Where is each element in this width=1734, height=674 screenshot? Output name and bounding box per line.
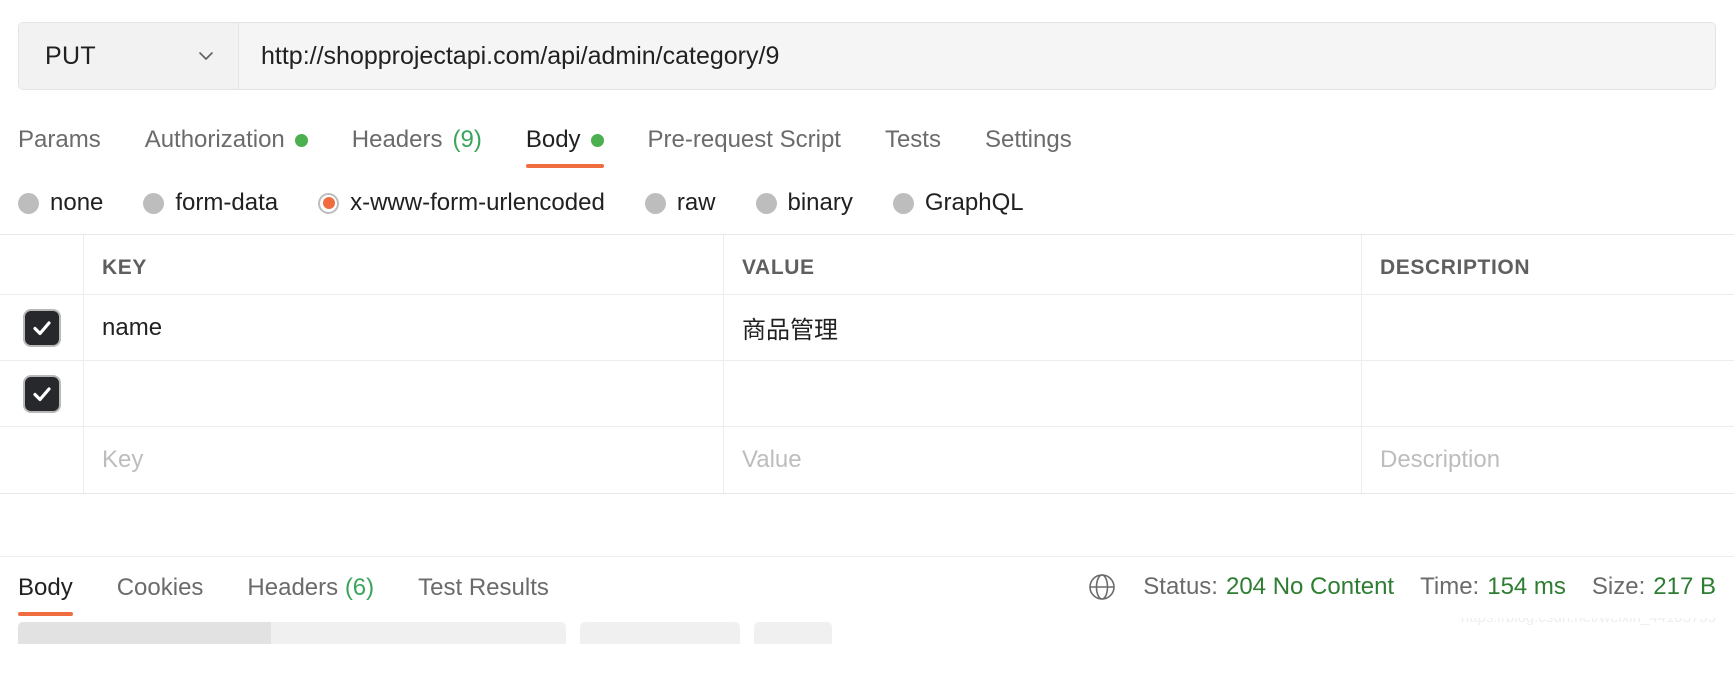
response-tabs: Body Cookies Headers (6) Test Results xyxy=(18,574,593,618)
radio-none[interactable]: none xyxy=(18,189,103,217)
header-value: VALUE xyxy=(724,235,1362,294)
radio-icon xyxy=(755,192,777,214)
response-tab-headers[interactable]: Headers (6) xyxy=(247,574,374,618)
tab-authorization[interactable]: Authorization xyxy=(145,126,308,168)
row-check-cell xyxy=(0,361,84,426)
body-action-stub[interactable] xyxy=(754,622,832,644)
radio-label: form-data xyxy=(175,189,279,216)
time-badge: Time: 154 ms xyxy=(1420,573,1566,601)
size-label: Size: xyxy=(1591,573,1646,600)
radio-icon xyxy=(644,192,666,214)
row-key-input[interactable] xyxy=(84,361,724,426)
row-description-input[interactable] xyxy=(1362,361,1734,426)
new-row-description-input[interactable]: Description xyxy=(1362,427,1734,493)
tab-label: Pre-request Script xyxy=(647,126,841,153)
radio-x-www-form-urlencoded[interactable]: x-www-form-urlencoded xyxy=(318,189,605,217)
body-type-radio-group: none form-data x-www-form-urlencoded raw… xyxy=(0,172,1734,234)
header-key: KEY xyxy=(84,235,724,294)
response-bar: Body Cookies Headers (6) Test Results St… xyxy=(0,556,1734,618)
status-value: 204 No Content xyxy=(1225,573,1395,600)
tab-settings[interactable]: Settings xyxy=(985,126,1072,168)
tab-label: Headers xyxy=(247,574,339,601)
table-header-row: KEY VALUE DESCRIPTION xyxy=(0,235,1734,295)
row-check-cell xyxy=(0,295,84,360)
row-description-input[interactable] xyxy=(1362,295,1734,360)
http-method-select[interactable]: PUT xyxy=(19,23,239,89)
tab-params[interactable]: Params xyxy=(18,126,101,168)
request-url-bar: PUT http://shopprojectapi.com/api/admin/… xyxy=(18,22,1716,90)
row-key-input[interactable]: name xyxy=(84,295,724,360)
response-tab-cookies[interactable]: Cookies xyxy=(117,574,204,618)
radio-label: binary xyxy=(787,189,853,216)
radio-label: raw xyxy=(676,189,716,216)
row-value-input[interactable]: 商品管理 xyxy=(724,295,1362,360)
tab-headers[interactable]: Headers (9) xyxy=(352,126,482,168)
new-row-key-input[interactable]: Key xyxy=(84,427,724,493)
size-value: 217 B xyxy=(1653,573,1716,600)
response-status-meta: Status: 204 No Content Time: 154 ms Size… xyxy=(1087,572,1716,618)
radio-binary[interactable]: binary xyxy=(755,189,853,217)
header-description: DESCRIPTION xyxy=(1380,256,1531,279)
radio-label: x-www-form-urlencoded xyxy=(350,189,605,216)
status-dot-icon xyxy=(294,133,308,147)
tab-label: Test Results xyxy=(418,574,549,601)
status-dot-icon xyxy=(590,133,604,147)
tab-body[interactable]: Body xyxy=(525,126,604,168)
row-check-cell-empty xyxy=(0,427,84,493)
tab-label: Tests xyxy=(884,126,941,153)
table-response-spacer xyxy=(0,494,1734,556)
table-row xyxy=(0,361,1734,427)
response-tab-body[interactable]: Body xyxy=(18,574,73,618)
tab-label: Authorization xyxy=(144,126,285,153)
tab-label: Settings xyxy=(984,126,1072,153)
tab-label: Cookies xyxy=(116,574,204,601)
status-label: Status: xyxy=(1143,573,1218,600)
http-method-label: PUT xyxy=(45,41,96,70)
time-value: 154 ms xyxy=(1487,573,1566,600)
table-row-empty: Key Value Description xyxy=(0,427,1734,493)
size-badge: Size: 217 B xyxy=(1592,573,1716,601)
request-tabs: Params Authorization Headers (9) Body Pr… xyxy=(0,114,1734,168)
row-checkbox-checked[interactable] xyxy=(24,310,59,345)
radio-raw[interactable]: raw xyxy=(644,189,716,217)
response-tab-test-results[interactable]: Test Results xyxy=(418,574,549,618)
tab-label: Params xyxy=(18,126,101,153)
row-checkbox-checked[interactable] xyxy=(24,376,59,411)
tab-pre-request-script[interactable]: Pre-request Script xyxy=(648,126,841,168)
tab-count: (6) xyxy=(344,574,375,601)
response-body-toolbar-stub: https://blog.csdn.net/weixin_44103733 xyxy=(0,618,1734,644)
table-row: name 商品管理 xyxy=(0,295,1734,361)
header-check-cell xyxy=(0,235,84,294)
body-format-tabs-stub[interactable] xyxy=(18,622,566,644)
body-params-table: KEY VALUE DESCRIPTION name 商品管理 Key Valu… xyxy=(0,234,1734,494)
time-label: Time: xyxy=(1420,573,1480,600)
chevron-down-icon xyxy=(196,46,216,66)
row-value-input[interactable] xyxy=(724,361,1362,426)
watermark: https://blog.csdn.net/weixin_44103733 xyxy=(1461,618,1716,626)
tab-tests[interactable]: Tests xyxy=(885,126,941,168)
new-row-value-input[interactable]: Value xyxy=(724,427,1362,493)
radio-selected-icon xyxy=(318,192,340,214)
url-input[interactable]: http://shopprojectapi.com/api/admin/cate… xyxy=(239,23,1715,89)
radio-form-data[interactable]: form-data xyxy=(143,189,278,217)
tab-count: (9) xyxy=(452,126,482,153)
radio-label: none xyxy=(50,189,104,216)
tab-label: Body xyxy=(18,574,73,601)
tab-label: Headers xyxy=(351,126,443,153)
body-view-control-stub[interactable] xyxy=(580,622,740,644)
tab-label: Body xyxy=(525,126,581,153)
radio-icon xyxy=(18,192,39,214)
status-badge: Status: 204 No Content xyxy=(1143,573,1394,601)
radio-graphql[interactable]: GraphQL xyxy=(892,189,1024,217)
globe-icon xyxy=(1087,572,1117,602)
radio-icon xyxy=(892,192,914,214)
radio-icon xyxy=(143,192,165,214)
radio-label: GraphQL xyxy=(924,189,1024,216)
